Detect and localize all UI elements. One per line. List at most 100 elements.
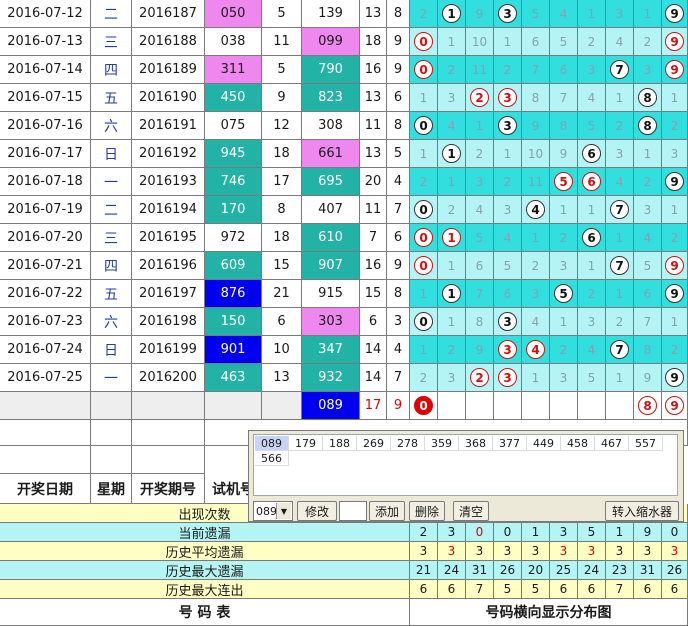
span-cell: 5 — [262, 56, 302, 84]
combo-item[interactable]: 467 — [595, 436, 629, 451]
blank-cell — [205, 392, 262, 420]
weekday-cell: 一 — [91, 168, 132, 196]
clear-button[interactable]: 清空 — [453, 501, 489, 521]
dist-cell-7: 4 — [606, 28, 634, 56]
date-cell: 2016-07-17 — [0, 140, 91, 168]
combo-item[interactable]: 368 — [459, 436, 493, 451]
combo-item[interactable]: 179 — [289, 436, 323, 451]
span-cell: 18 — [262, 140, 302, 168]
span2-cell: 3 — [387, 308, 410, 336]
dist-cell-0: 0 — [410, 28, 438, 56]
combo-item[interactable]: 557 — [629, 436, 663, 451]
number-ball: 3 — [498, 4, 517, 23]
chevron-down-icon[interactable]: ▼ — [276, 503, 291, 519]
dist-cell-0: 0 — [410, 224, 438, 252]
combo-select[interactable]: 089 ▼ — [253, 501, 293, 521]
stat-value: 5 — [522, 580, 550, 599]
dist-cell-3: 5 — [494, 252, 522, 280]
combo-item[interactable]: 278 — [391, 436, 425, 451]
number-ball: 4 — [526, 340, 545, 359]
issue-cell: 2016187 — [132, 0, 205, 28]
blank-cell — [91, 392, 132, 420]
span-cell: 13 — [262, 364, 302, 392]
blank-cell — [262, 392, 302, 420]
dist-cell-0: 1 — [410, 280, 438, 308]
combo-item[interactable]: 188 — [323, 436, 357, 451]
blank-cell — [132, 446, 205, 474]
issue-cell: 2016191 — [132, 112, 205, 140]
date-cell: 2016-07-25 — [0, 364, 91, 392]
stat-value: 2 — [410, 523, 438, 542]
dist-cell-5: 3 — [550, 252, 578, 280]
sum-cell: 14 — [360, 336, 387, 364]
combo-item[interactable]: 458 — [561, 436, 595, 451]
stat-value: 20 — [522, 561, 550, 580]
dist-cell-4: 5 — [522, 0, 550, 28]
miss-count: 1 — [447, 258, 456, 273]
sum-cell: 16 — [360, 252, 387, 280]
miss-count: 9 — [559, 146, 568, 161]
combo-list[interactable]: 089 179 188 269 278 359 368 377 449 458 467 557 566 — [253, 434, 678, 496]
miss-count: 2 — [643, 174, 652, 189]
modify-button[interactable]: 修改 — [297, 501, 337, 521]
stat-value: 26 — [662, 561, 688, 580]
span-cell: 17 — [262, 168, 302, 196]
miss-count: 7 — [559, 90, 568, 105]
number-ball: 3 — [498, 340, 517, 359]
dist-cell-7: 3 — [606, 140, 634, 168]
span-cell: 11 — [262, 28, 302, 56]
dist-cell-6: 1 — [578, 252, 606, 280]
prediction-dist-0: 0 — [410, 392, 438, 420]
dist-cell-9: 2 — [662, 112, 688, 140]
dist-cell-8: 2 — [634, 28, 662, 56]
miss-count: 5 — [531, 6, 540, 21]
combo-item[interactable]: 566 — [255, 451, 289, 466]
combo-item[interactable]: 359 — [425, 436, 459, 451]
dist-cell-5: 3 — [550, 364, 578, 392]
combo-item[interactable]: 377 — [493, 436, 527, 451]
miss-count: 9 — [475, 342, 484, 357]
prediction-dist-3 — [494, 392, 522, 420]
combo-item[interactable]: 089 — [255, 436, 289, 451]
miss-count: 4 — [587, 90, 596, 105]
dist-cell-8: 9 — [634, 364, 662, 392]
dist-cell-3: 3 — [494, 112, 522, 140]
miss-count: 4 — [475, 202, 484, 217]
draw-number-cell: 907 — [302, 252, 360, 280]
dist-cell-6: 3 — [578, 56, 606, 84]
span2-cell: 9 — [387, 252, 410, 280]
miss-count: 2 — [615, 314, 624, 329]
test-number-cell: 746 — [205, 168, 262, 196]
draw-number-cell: 303 — [302, 308, 360, 336]
dist-cell-0: 1 — [410, 336, 438, 364]
stat-value: 3 — [438, 523, 466, 542]
dist-cell-0: 0 — [410, 56, 438, 84]
blank-cell — [0, 392, 91, 420]
dist-cell-8: 1 — [634, 0, 662, 28]
combo-item[interactable]: 269 — [357, 436, 391, 451]
dist-cell-9: 1 — [662, 196, 688, 224]
dist-cell-8: 4 — [634, 224, 662, 252]
dist-cell-6: 6 — [578, 224, 606, 252]
stat-value: 0 — [494, 523, 522, 542]
dist-cell-4: 4 — [522, 196, 550, 224]
miss-count: 7 — [475, 286, 484, 301]
date-cell: 2016-07-18 — [0, 168, 91, 196]
dist-cell-6: 1 — [578, 0, 606, 28]
dist-cell-6: 1 — [578, 196, 606, 224]
miss-count: 1 — [531, 230, 540, 245]
dist-cell-0: 0 — [410, 252, 438, 280]
number-ball: 0 — [414, 116, 433, 135]
stat-value: 6 — [550, 580, 578, 599]
span-cell: 10 — [262, 336, 302, 364]
delete-button[interactable]: 删除 — [409, 501, 445, 521]
number-ball: 6 — [582, 144, 601, 163]
blank-cell — [0, 446, 91, 474]
combo-item[interactable]: 449 — [527, 436, 561, 451]
add-button[interactable]: 添加 — [369, 501, 405, 521]
dist-cell-3: 2 — [494, 56, 522, 84]
edit-input[interactable] — [339, 501, 367, 521]
prediction-dist-6 — [578, 392, 606, 420]
miss-count: 2 — [447, 62, 456, 77]
shrink-button[interactable]: 转入缩水器 — [605, 501, 679, 521]
